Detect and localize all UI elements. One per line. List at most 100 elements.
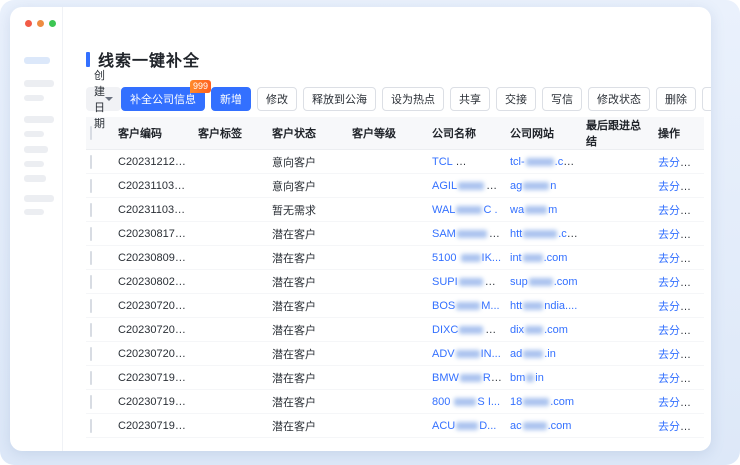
cell-company-name: ADVIN... <box>428 342 506 366</box>
blurred-segment <box>523 302 543 310</box>
analyze-customer-link[interactable]: 去分析客户 <box>658 373 704 385</box>
row-checkbox[interactable] <box>90 251 92 265</box>
toolbar-button[interactable]: 修改 <box>257 87 297 111</box>
cell-customer-code: C202307200001 <box>114 342 194 366</box>
create-date-filter[interactable]: 创建日期 <box>86 87 121 111</box>
analyze-customer-link[interactable]: 去分析客户 <box>658 349 704 361</box>
toolbar-button[interactable]: 设为热点 <box>382 87 444 111</box>
cell-customer-status: 潜在客户 <box>268 222 348 246</box>
leads-table: 客户编码 客户标签 客户状态 客户等级 公司名称 公司网站 最后跟进总结 操作 … <box>86 117 704 438</box>
table-row: C202307200002潜在客户DIXCNO...dix.com去分析客户 <box>86 318 704 342</box>
row-checkbox[interactable] <box>90 323 92 337</box>
sidebar-skeleton-bar[interactable] <box>24 161 44 167</box>
row-checkbox[interactable] <box>90 227 92 241</box>
analyze-customer-link[interactable]: 去分析客户 <box>658 181 704 193</box>
cell-customer-tag <box>194 174 268 198</box>
cell-checkbox <box>86 246 114 270</box>
blurred-segment <box>457 230 487 238</box>
cell-last-followup <box>582 366 654 390</box>
cell-customer-tag <box>194 342 268 366</box>
cell-customer-code: C202307190003 <box>114 366 194 390</box>
cell-customer-tag <box>194 150 268 174</box>
row-checkbox[interactable] <box>90 395 92 409</box>
cell-company-name: 800 S I... <box>428 390 506 414</box>
analyze-customer-link[interactable]: 去分析客户 <box>658 157 704 169</box>
masked-text-segment: ACU <box>432 420 455 432</box>
masked-text-segment: WAL <box>432 204 455 216</box>
select-all-checkbox[interactable] <box>90 126 92 140</box>
masked-text-segment: SUPI <box>432 276 458 288</box>
row-checkbox[interactable] <box>90 371 92 385</box>
toolbar-button[interactable]: 交接 <box>496 87 536 111</box>
row-checkbox[interactable] <box>90 179 92 193</box>
sidebar-skeleton-bar[interactable] <box>24 131 44 137</box>
analyze-customer-link[interactable]: 去分析客户 <box>658 229 704 241</box>
cell-customer-status: 潜在客户 <box>268 294 348 318</box>
sidebar-skeleton-bar[interactable] <box>24 116 54 123</box>
row-checkbox[interactable] <box>90 155 92 169</box>
row-checkbox[interactable] <box>90 275 92 289</box>
cell-customer-level <box>348 222 428 246</box>
masked-text-segment: .in <box>544 348 556 360</box>
add-button[interactable]: 新增 <box>211 87 251 111</box>
col-actions: 操作 <box>654 117 704 150</box>
cell-company-website: agn <box>506 174 582 198</box>
cell-customer-level <box>348 342 428 366</box>
table-row: C202308020001潜在客户SUPIO ...sup.com去分析客户 <box>86 270 704 294</box>
masked-text-segment: .com <box>548 420 572 432</box>
analyze-customer-link[interactable]: 去分析客户 <box>658 421 704 433</box>
cell-checkbox <box>86 294 114 318</box>
cell-checkbox <box>86 198 114 222</box>
sidebar-skeleton-bar[interactable] <box>24 80 54 87</box>
sidebar-active-item[interactable] <box>24 57 50 64</box>
analyze-customer-link[interactable]: 去分析客户 <box>658 253 704 265</box>
row-checkbox[interactable] <box>90 203 92 217</box>
masked-text-segment: wa <box>510 204 524 216</box>
masked-text-segment: .com <box>550 396 574 408</box>
cell-company-name: SAMET... <box>428 222 506 246</box>
toolbar-button[interactable]: 共享 <box>450 87 490 111</box>
cell-customer-status: 意向客户 <box>268 174 348 198</box>
toolbar-button[interactable]: 释放到公海 <box>303 87 376 111</box>
analyze-customer-link[interactable]: 去分析客户 <box>658 277 704 289</box>
analyze-customer-link[interactable]: 去分析客户 <box>658 397 704 409</box>
toolbar-button[interactable]: 删除 <box>656 87 696 111</box>
sidebar-skeleton-bar[interactable] <box>24 209 44 215</box>
analyze-customer-link[interactable]: 去分析客户 <box>658 325 704 337</box>
analyze-customer-link[interactable]: 去分析客户 <box>658 301 704 313</box>
blurred-segment <box>458 182 484 190</box>
row-checkbox[interactable] <box>90 347 92 361</box>
cell-checkbox <box>86 342 114 366</box>
complete-company-info-wrap: 补全公司信息 999 <box>121 87 205 111</box>
toolbar-button[interactable]: 修改状态 <box>588 87 650 111</box>
cell-customer-tag <box>194 294 268 318</box>
sidebar-skeleton-bar[interactable] <box>24 146 48 153</box>
cell-customer-code: C202307190001 <box>114 414 194 438</box>
table-body: C202312120001意向客户TCL EC...tcl-.com去分析客户C… <box>86 150 704 438</box>
cell-action: 去分析客户 <box>654 198 704 222</box>
cell-company-website: htt.com <box>506 222 582 246</box>
toolbar-button[interactable]: 写信 <box>542 87 582 111</box>
cell-action: 去分析客户 <box>654 318 704 342</box>
cell-company-website: httndia.... <box>506 294 582 318</box>
masked-text-segment: 800 <box>432 396 453 408</box>
masked-text-segment: ag <box>510 180 522 192</box>
cell-customer-code: C202307200003 <box>114 294 194 318</box>
sidebar-skeleton-bar[interactable] <box>24 175 46 182</box>
sidebar-skeleton-bar[interactable] <box>24 95 44 101</box>
row-checkbox[interactable] <box>90 299 92 313</box>
cell-customer-tag <box>194 366 268 390</box>
table-row: C202307190002潜在客户800 S I...18.com去分析客户 <box>86 390 704 414</box>
cell-action: 去分析客户 <box>654 414 704 438</box>
cell-last-followup <box>582 390 654 414</box>
cell-company-name: SUPIO ... <box>428 270 506 294</box>
cell-customer-status: 潜在客户 <box>268 270 348 294</box>
table-header-row: 客户编码 客户标签 客户状态 客户等级 公司名称 公司网站 最后跟进总结 操作 <box>86 117 704 150</box>
cell-checkbox <box>86 414 114 438</box>
more-button[interactable]: 更多... <box>702 87 711 111</box>
row-checkbox[interactable] <box>90 419 92 433</box>
analyze-customer-link[interactable]: 去分析客户 <box>658 205 704 217</box>
sidebar-skeleton-bar[interactable] <box>24 195 54 202</box>
table-row: C202308170001潜在客户SAMET...htt.com去分析客户 <box>86 222 704 246</box>
blurred-segment <box>523 350 543 358</box>
